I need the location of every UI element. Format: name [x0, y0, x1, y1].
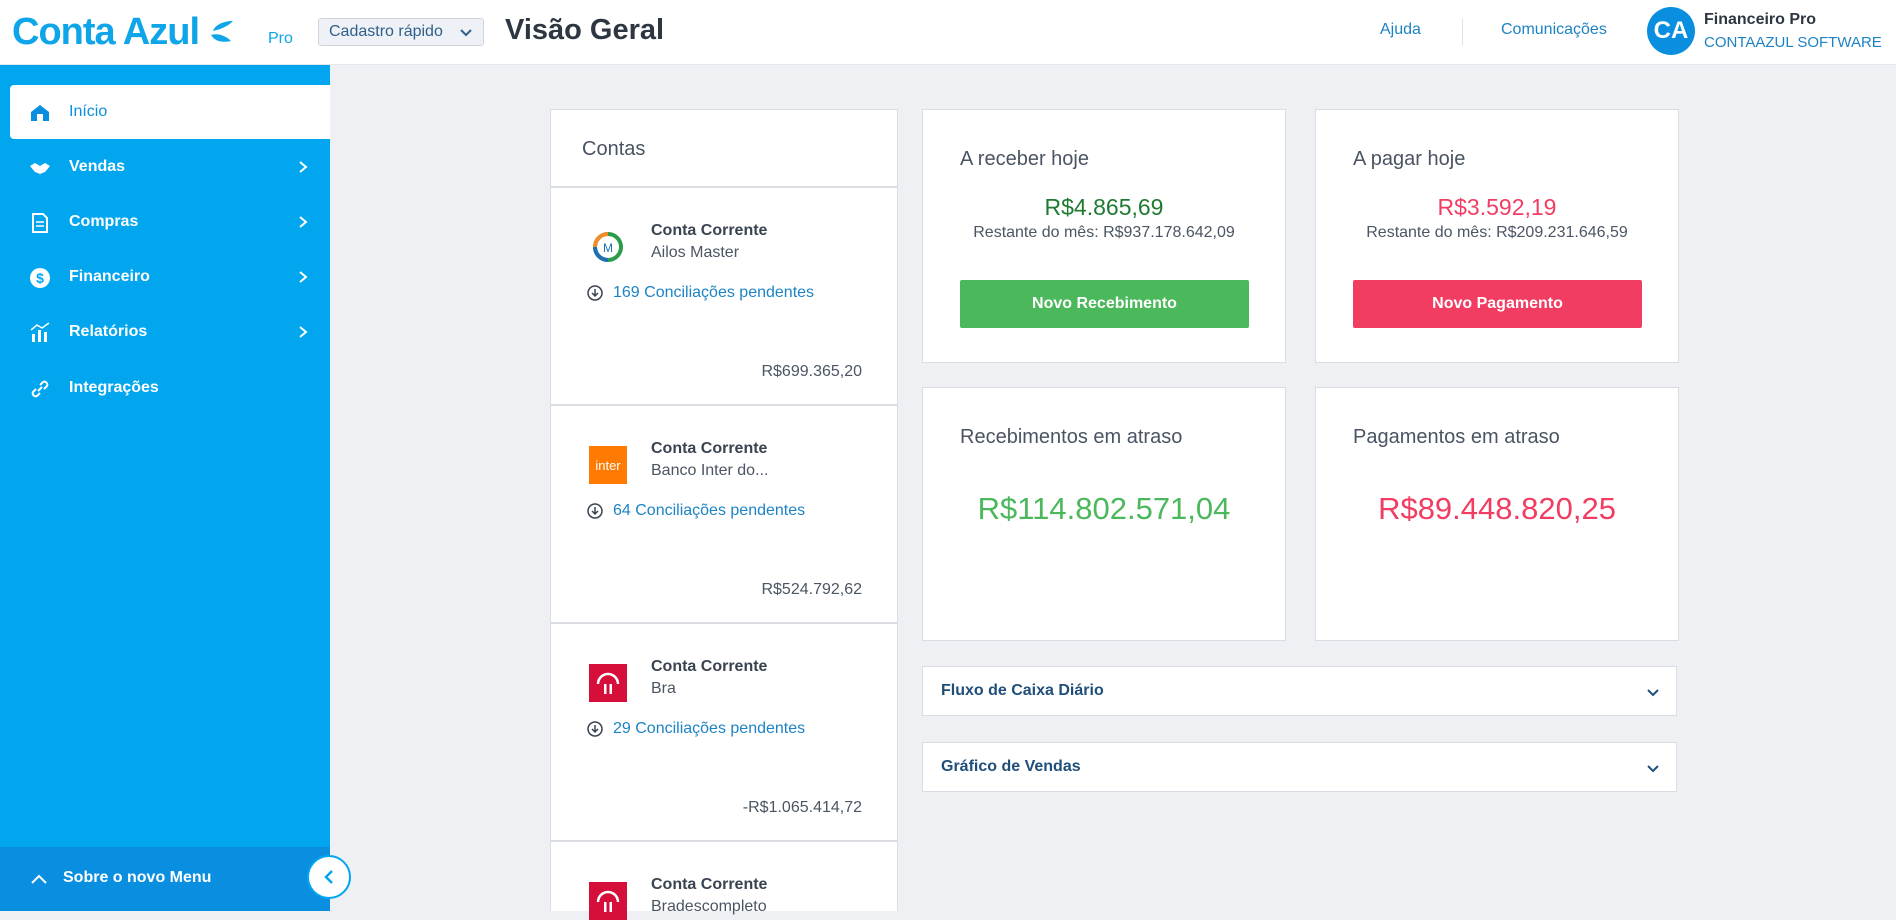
account-name: Banco Inter do... [651, 462, 769, 479]
chevron-right-icon [299, 161, 308, 173]
download-circle-icon [587, 285, 603, 301]
sidebar-item-label: Vendas [69, 158, 126, 175]
account-balance: R$699.365,20 [761, 363, 862, 380]
user-company[interactable]: CONTAAZUL SOFTWARE [1704, 34, 1882, 51]
account-card[interactable]: inter Conta Corrente Banco Inter do... 6… [550, 405, 898, 623]
bradesco-logo [589, 882, 627, 920]
overdue-payments-card[interactable]: Pagamentos em atraso R$89.448.820,25 [1315, 387, 1679, 641]
pay-today-amount: R$3.592,19 [1437, 194, 1557, 220]
logo-text: Conta Azul [12, 10, 200, 53]
account-type: Conta Corrente [651, 440, 768, 457]
home-icon [31, 105, 49, 121]
receive-today-amount: R$4.865,69 [1044, 194, 1164, 220]
sidebar-item-label: Início [69, 103, 108, 120]
download-circle-icon [587, 721, 603, 737]
sidebar-item-financeiro[interactable]: $ Financeiro [10, 250, 330, 304]
account-card[interactable]: M Conta Corrente Ailos Master 169 Concil… [550, 187, 898, 405]
receive-month-remaining: Restante do mês: R$937.178.642,09 [973, 224, 1235, 241]
sidebar-item-label: Relatórios [69, 323, 148, 340]
sidebar-item-vendas[interactable]: Vendas [10, 140, 330, 194]
new-receipt-button[interactable]: Novo Recebimento [960, 280, 1249, 328]
communications-link[interactable]: Comunicações [1501, 21, 1607, 39]
bradesco-logo [589, 664, 627, 702]
inter-logo-text: inter [595, 457, 621, 473]
header-divider [1462, 18, 1463, 46]
sidebar-item-inicio[interactable]: Início [10, 85, 330, 139]
quick-add-dropdown[interactable]: Cadastro rápido [318, 18, 484, 46]
account-card[interactable]: Conta Corrente Bra 29 Conciliações pende… [550, 623, 898, 841]
avatar[interactable]: CA [1647, 7, 1695, 55]
chevron-left-icon [324, 870, 333, 884]
chevron-right-icon [299, 326, 308, 338]
account-name: Bra [651, 680, 676, 697]
pending-reconciliations-link[interactable]: 29 Conciliações pendentes [587, 720, 805, 738]
account-name: Bradescompleto [651, 898, 767, 915]
new-payment-button[interactable]: Novo Pagamento [1353, 280, 1642, 328]
overdue-receipts-amount: R$114.802.571,04 [977, 491, 1231, 526]
overdue-payments-amount: R$89.448.820,25 [1378, 491, 1616, 526]
pending-reconciliations-link[interactable]: 64 Conciliações pendentes [587, 502, 805, 520]
sidebar-footer-label: Sobre o novo Menu [63, 869, 212, 886]
collapse-sidebar-button[interactable] [307, 855, 351, 899]
account-type: Conta Corrente [651, 876, 768, 893]
user-name[interactable]: Financeiro Pro [1704, 11, 1816, 29]
conta-azul-logo[interactable]: Conta Azul [12, 8, 237, 56]
page-title: Visão Geral [505, 14, 665, 46]
account-card[interactable]: Conta Corrente Bradescompleto [550, 841, 898, 920]
download-circle-icon [587, 503, 603, 519]
account-name: Ailos Master [651, 244, 740, 261]
pay-today-title: A pagar hoje [1353, 148, 1466, 170]
top-header: Conta Azul Pro Cadastro rápido Visão Ger… [0, 0, 1896, 65]
pending-reconciliations-label: 29 Conciliações pendentes [613, 720, 806, 737]
cashflow-panel[interactable]: Fluxo de Caixa Diário [922, 666, 1677, 716]
pending-reconciliations-label: 64 Conciliações pendentes [613, 502, 806, 519]
sidebar-item-label: Financeiro [69, 268, 150, 285]
sales-chart-panel[interactable]: Gráfico de Vendas [922, 742, 1677, 792]
account-balance: -R$1.065.414,72 [742, 799, 862, 816]
logo-mark-icon [211, 21, 234, 42]
handshake-icon [30, 163, 50, 174]
chevron-up-icon [31, 874, 47, 884]
accounts-header: Contas [550, 109, 898, 187]
overdue-receipts-card[interactable]: Recebimentos em atraso R$114.802.571,04 [922, 387, 1286, 641]
sidebar-item-label: Compras [69, 213, 139, 230]
chevron-down-icon [460, 29, 472, 37]
logo-pro-badge: Pro [268, 30, 293, 47]
sidebar: Início Vendas Compras $ Financeiro Relat… [0, 65, 330, 911]
sidebar-item-integracoes[interactable]: Integrações [10, 361, 330, 415]
chart-icon [30, 322, 50, 342]
account-type: Conta Corrente [651, 222, 768, 239]
link-icon [31, 380, 49, 398]
account-type: Conta Corrente [651, 658, 768, 675]
receive-today-card: A receber hoje R$4.865,69 Restante do mê… [922, 109, 1286, 363]
sidebar-item-relatorios[interactable]: Relatórios [10, 305, 330, 359]
inter-logo: inter [589, 446, 627, 484]
pay-month-remaining: Restante do mês: R$209.231.646,59 [1366, 224, 1628, 241]
sidebar-item-compras[interactable]: Compras [10, 195, 330, 249]
cashflow-panel-label: Fluxo de Caixa Diário [941, 682, 1104, 699]
overdue-payments-title: Pagamentos em atraso [1353, 426, 1560, 448]
overdue-receipts-title: Recebimentos em atraso [960, 426, 1183, 448]
svg-text:M: M [603, 241, 613, 255]
receive-today-title: A receber hoje [960, 148, 1089, 170]
quick-add-label: Cadastro rápido [329, 23, 443, 40]
chevron-right-icon [299, 271, 308, 283]
pending-reconciliations-link[interactable]: 169 Conciliações pendentes [587, 284, 814, 302]
sidebar-item-label: Integrações [69, 379, 159, 396]
document-icon [32, 213, 48, 233]
chevron-down-icon [1647, 765, 1659, 773]
help-link[interactable]: Ajuda [1380, 21, 1421, 39]
chevron-right-icon [299, 216, 308, 228]
pay-today-card: A pagar hoje R$3.592,19 Restante do mês:… [1315, 109, 1679, 363]
sales-chart-panel-label: Gráfico de Vendas [941, 758, 1081, 775]
svg-text:$: $ [36, 270, 44, 286]
account-balance: R$524.792,62 [761, 581, 862, 598]
pending-reconciliations-label: 169 Conciliações pendentes [613, 284, 815, 301]
accounts-title: Contas [582, 138, 646, 160]
dollar-icon: $ [30, 268, 50, 288]
sidebar-footer-new-menu[interactable]: Sobre o novo Menu [0, 847, 330, 911]
ailos-logo: M [593, 232, 623, 262]
chevron-down-icon [1647, 689, 1659, 697]
